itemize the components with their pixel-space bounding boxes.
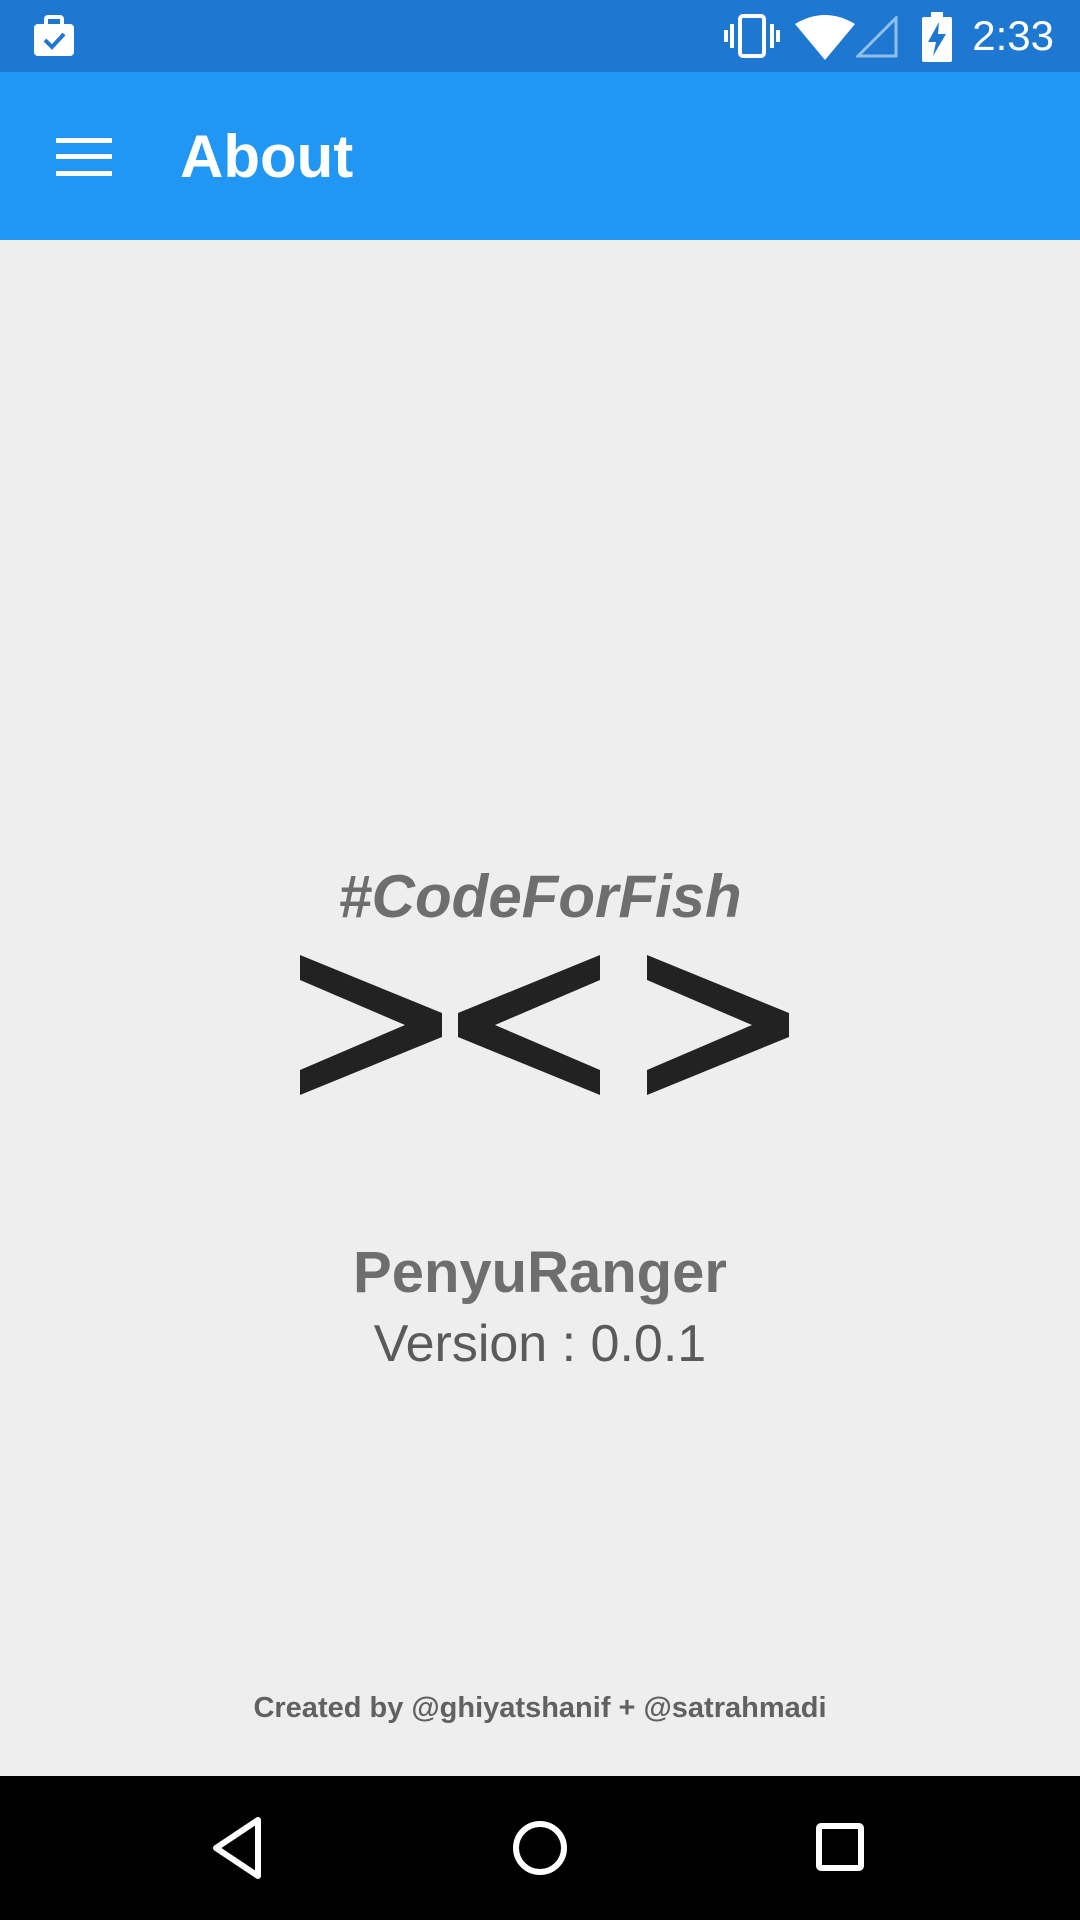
wifi-icon [795,15,855,60]
signal-icon [856,16,898,58]
about-screen: 2:33 About #CodeForFish PenyuRanger Vers… [0,0,1080,1920]
status-bar: 2:33 [0,0,1080,72]
back-button[interactable] [190,1798,290,1898]
vibrate-icon [724,14,780,58]
status-time: 2:33 [972,12,1054,59]
battery-charging-icon [922,12,952,62]
app-name: PenyuRanger [353,1240,727,1305]
menu-button[interactable] [36,108,132,204]
hamburger-menu-icon [56,138,112,176]
app-bar: About [0,72,1080,240]
recents-icon [816,1823,864,1871]
home-button[interactable] [490,1798,590,1898]
work-briefcase-icon [34,15,74,56]
app-version: Version : 0.0.1 [373,1315,707,1373]
navigation-bar [0,1776,1080,1920]
page-title: About [180,123,354,190]
hashtag-text: #CodeForFish [338,863,742,930]
fish-symbol-icon [300,955,789,1095]
back-icon [213,1817,261,1879]
home-icon [513,1821,567,1875]
credits-text: Created by @ghiyatshanif + @satrahmadi [253,1692,827,1724]
recents-button[interactable] [790,1798,890,1898]
